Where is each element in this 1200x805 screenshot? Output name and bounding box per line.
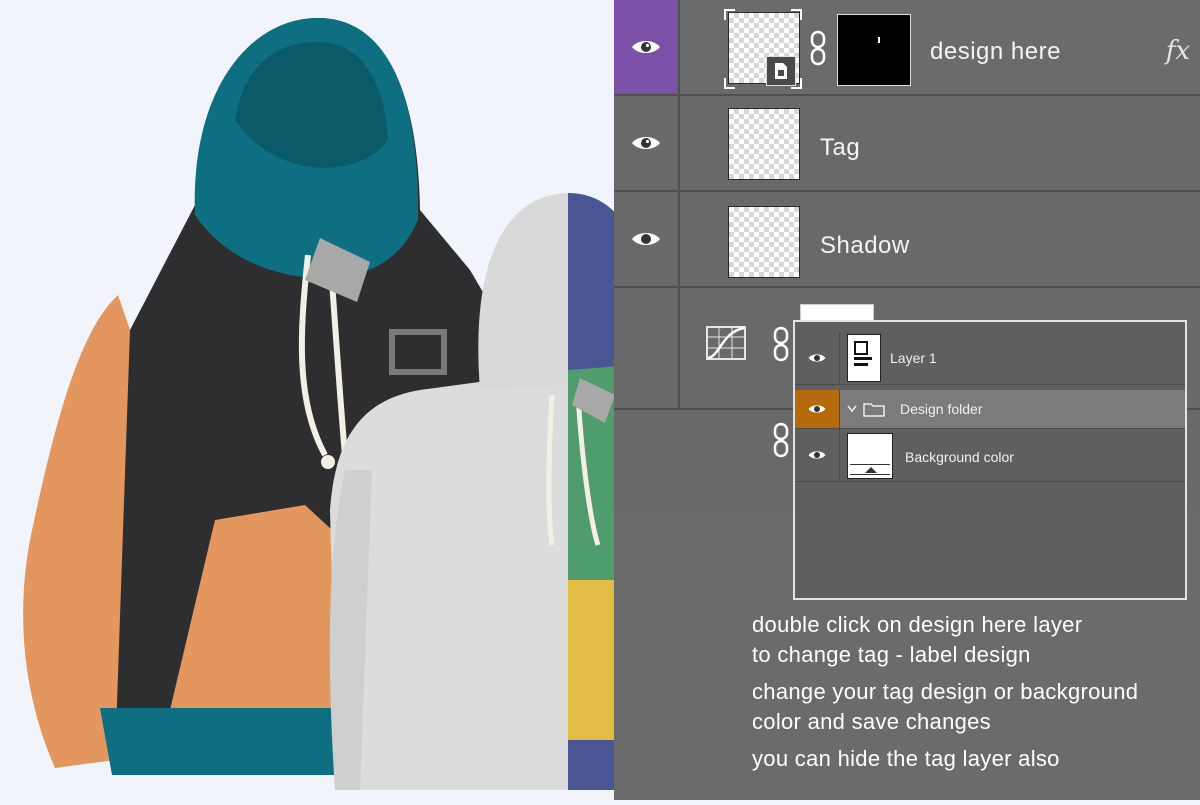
inset-layer-row-background-color[interactable]: Background color: [795, 429, 1185, 482]
hoodie-mockup-image: [23, 18, 800, 790]
layer-thumbnail: [728, 206, 800, 278]
chain-link-icon[interactable]: [772, 422, 790, 458]
layer-mask-thumbnail[interactable]: [837, 14, 911, 86]
curves-adjustment-icon: [706, 326, 746, 360]
layer-thumbnail: [728, 108, 800, 180]
layers-detail-inset: Layer 1 Design folder Background color: [793, 320, 1187, 600]
instruction-line-1: double click on design here layer: [752, 612, 1083, 637]
layer-name-shadow: Shadow: [820, 232, 910, 259]
layer-visibility-toggle[interactable]: [614, 96, 680, 190]
layer-row-tag[interactable]: Tag: [614, 96, 1200, 192]
layer-name-background-color: Background color: [905, 449, 1014, 465]
eye-icon: [632, 41, 660, 53]
layer-visibility-toggle[interactable]: [795, 332, 840, 384]
fill-layer-thumbnail: [847, 433, 893, 479]
eye-icon: [808, 451, 826, 459]
layer-row-shadow[interactable]: Shadow: [614, 192, 1200, 288]
chevron-down-icon[interactable]: [847, 405, 857, 413]
layer-visibility-toggle[interactable]: [614, 192, 680, 286]
chain-link-icon[interactable]: [809, 30, 827, 66]
instruction-line-2: to change tag - label design: [752, 642, 1031, 667]
inset-layer-row-layer-1[interactable]: Layer 1: [795, 332, 1185, 385]
eye-icon: [808, 405, 826, 413]
layer-row-design-here[interactable]: design here fx: [614, 0, 1200, 96]
instruction-line-5: you can hide the tag layer also: [752, 746, 1060, 771]
layer-name-tag: Tag: [820, 134, 861, 161]
instruction-line-4: color and save changes: [752, 709, 991, 734]
eye-icon: [632, 233, 660, 245]
mockup-preview: [0, 0, 800, 800]
layer-visibility-toggle[interactable]: [614, 288, 680, 408]
layer-name-design-folder: Design folder: [900, 401, 983, 417]
eye-icon: [632, 137, 660, 149]
layer-visibility-toggle[interactable]: [795, 390, 840, 428]
layer-name-layer-1: Layer 1: [890, 350, 937, 366]
folder-icon: [863, 403, 885, 417]
inset-layer-row-design-folder[interactable]: Design folder: [795, 390, 1185, 429]
smart-object-badge-icon: [766, 56, 796, 86]
layer-visibility-toggle[interactable]: [795, 429, 840, 481]
layer-visibility-toggle[interactable]: [614, 0, 680, 94]
chain-link-icon[interactable]: [772, 326, 790, 362]
instruction-line-3: change your tag design or background: [752, 679, 1139, 704]
layer-name-design-here: design here: [930, 38, 1061, 65]
fx-effects-icon[interactable]: fx: [1166, 36, 1190, 66]
layer-thumbnail: [847, 334, 881, 382]
eye-icon: [808, 354, 826, 362]
